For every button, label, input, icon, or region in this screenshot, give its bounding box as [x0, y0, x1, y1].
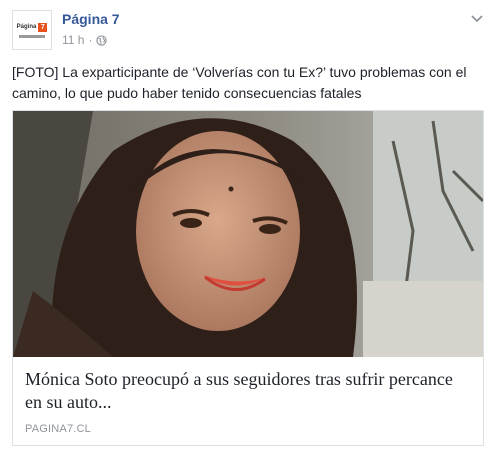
- post-timestamp[interactable]: 11 h: [62, 33, 84, 47]
- article-title[interactable]: Mónica Soto preocupó a sus seguidores tr…: [25, 368, 465, 414]
- page-name-link[interactable]: Página 7: [62, 11, 120, 27]
- meta-separator: ·: [88, 33, 93, 47]
- article-domain: PAGINA7.CL: [25, 423, 91, 435]
- logo-number: 7: [38, 22, 48, 32]
- facebook-post: Página 7 Página 7 11 h · [FOTO] La expar…: [0, 0, 494, 456]
- post-caption: [FOTO] La exparticipante de ‘Volverías c…: [12, 64, 467, 101]
- logo-text: Página: [16, 24, 37, 30]
- page-avatar[interactable]: Página 7: [12, 10, 52, 50]
- post-meta: 11 h ·: [62, 33, 108, 47]
- logo-bar: [19, 34, 45, 38]
- globe-icon: [96, 34, 108, 46]
- chevron-down-icon[interactable]: [470, 14, 484, 24]
- article-photo[interactable]: [13, 111, 483, 357]
- link-preview-card[interactable]: Mónica Soto preocupó a sus seguidores tr…: [12, 110, 484, 446]
- page-logo: Página 7: [16, 22, 48, 32]
